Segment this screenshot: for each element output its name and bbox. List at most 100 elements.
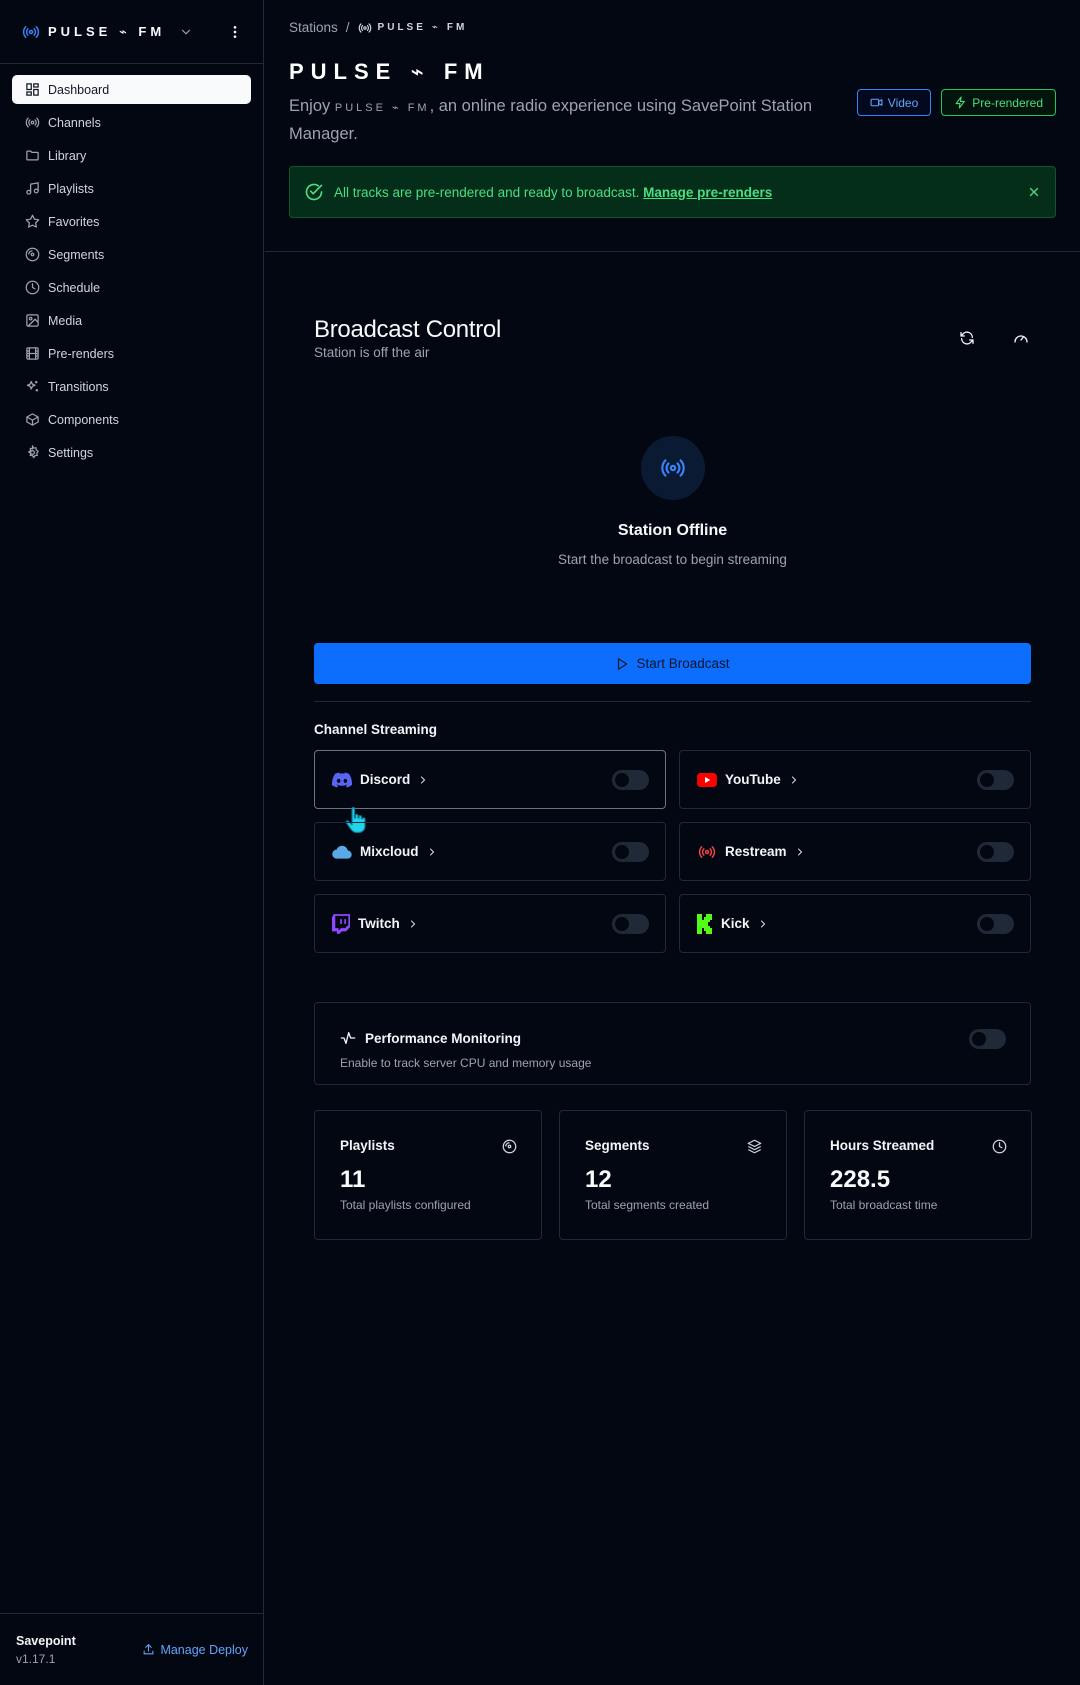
gauge-icon[interactable] — [1013, 330, 1031, 348]
main-content: Stations / PULSE ⌁ FM PULSE ⌁ FM Enjoy PUL… — [265, 0, 1080, 1240]
channel-card-kick[interactable]: Kick — [679, 894, 1031, 953]
sidebar-item-label: Media — [48, 313, 83, 328]
status-title: Station Offline — [617, 522, 728, 539]
sidebar-item-playlists[interactable]: Playlists — [12, 174, 251, 203]
mixcloud-toggle[interactable] — [612, 841, 649, 862]
station-status: Station Offline Start the broadcast to b… — [314, 436, 1031, 567]
stat-label: Segments — [585, 1138, 650, 1153]
broadcast-subtitle: Station is off the air — [314, 345, 430, 360]
channel-card-restream[interactable]: Restream — [679, 822, 1031, 881]
performance-title-row: Performance Monitoring — [340, 1030, 1006, 1046]
sidebar-item-dashboard[interactable]: Dashboard — [12, 75, 251, 104]
sidebar-item-settings[interactable]: Settings — [12, 438, 251, 467]
alert-text: All tracks are pre-rendered and ready to… — [334, 184, 773, 200]
stat-value: 12 — [585, 1166, 612, 1193]
sidebar-item-pre-renders[interactable]: Pre-renders — [12, 339, 251, 368]
performance-toggle[interactable] — [969, 1029, 1006, 1049]
stat-value: 228.5 — [830, 1166, 891, 1193]
manage-deploy-link[interactable]: Manage Deploy — [142, 1643, 248, 1657]
channel-name: Kick — [721, 916, 750, 931]
sidebar-footer: Savepoint v1.17.1 Manage Deploy — [0, 1613, 264, 1685]
youtube-icon — [697, 772, 717, 787]
chevron-down-icon — [179, 25, 193, 39]
status-circle — [640, 436, 705, 500]
channel-grid: Discord YouTube Mixcloud Restream Twitch… — [314, 750, 1031, 953]
youtube-toggle[interactable] — [977, 769, 1014, 790]
twitch-toggle[interactable] — [612, 913, 649, 934]
refresh-icon[interactable] — [959, 330, 977, 348]
sidebar-item-label: Components — [48, 412, 119, 427]
sidebar-item-media[interactable]: Media — [12, 306, 251, 335]
breadcrumb-station[interactable]: PULSE ⌁ FM — [358, 21, 468, 35]
zap-icon — [955, 96, 966, 109]
stat-label: Hours Streamed — [830, 1138, 935, 1153]
channel-card-twitch[interactable]: Twitch — [314, 894, 666, 953]
chevron-right-icon — [407, 918, 419, 930]
sidebar-item-components[interactable]: Components — [12, 405, 251, 434]
disc-icon — [502, 1139, 517, 1154]
close-icon[interactable] — [1027, 185, 1041, 199]
stat-subtitle: Total broadcast time — [830, 1198, 938, 1212]
chevron-right-icon — [788, 774, 800, 786]
channel-name: YouTube — [725, 772, 781, 787]
page-header: Stations / PULSE ⌁ FM PULSE ⌁ FM Enjoy PUL… — [265, 0, 1080, 252]
channel-name: Restream — [725, 844, 787, 859]
status-subtitle: Start the broadcast to begin streaming — [558, 552, 787, 567]
upload-icon — [144, 1643, 154, 1655]
breadcrumb: Stations / PULSE ⌁ FM — [289, 20, 1056, 35]
check-circle-icon — [305, 183, 323, 201]
manage-prerenders-link[interactable]: Manage pre-renders — [643, 185, 772, 200]
prerendered-button[interactable]: Pre-rendered — [941, 89, 1056, 116]
layers-icon — [747, 1139, 762, 1154]
star-icon — [25, 214, 40, 228]
broadcast-icon — [22, 23, 40, 41]
brand-row: PULSE ⌁ FM — [0, 0, 263, 64]
broadcast-section: Broadcast Control Station is off the air… — [265, 316, 1080, 1240]
app-name: Savepoint — [16, 1633, 76, 1648]
stat-card-segments: Segments 12 Total segments created — [559, 1110, 787, 1240]
broadcast-icon — [25, 117, 40, 128]
app-version: v1.17.1 — [16, 1651, 56, 1666]
kick-toggle[interactable] — [977, 913, 1014, 934]
more-vertical-icon[interactable] — [227, 24, 243, 40]
sidebar-item-label: Channels — [48, 115, 101, 130]
channel-card-youtube[interactable]: YouTube — [679, 750, 1031, 809]
breadcrumb-stations[interactable]: Stations — [289, 20, 338, 35]
clock-icon — [25, 280, 40, 295]
kick-icon — [697, 913, 712, 934]
start-broadcast-button[interactable]: Start Broadcast — [314, 643, 1031, 684]
channel-card-mixcloud[interactable]: Mixcloud — [314, 822, 666, 881]
sidebar-item-transitions[interactable]: Transitions — [12, 372, 251, 401]
channel-card-discord[interactable]: Discord — [314, 750, 666, 834]
broadcast-title: Broadcast Control — [314, 316, 501, 343]
sidebar-item-label: Pre-renders — [48, 346, 114, 361]
station-switcher[interactable]: PULSE ⌁ FM — [22, 23, 193, 41]
chevron-right-icon — [757, 918, 769, 930]
manage-deploy-label: Manage Deploy — [160, 1642, 248, 1657]
twitch-icon — [332, 913, 350, 934]
sidebar-item-segments[interactable]: Segments — [12, 240, 251, 269]
sidebar-item-label: Settings — [48, 445, 94, 460]
activity-icon — [340, 1032, 356, 1044]
stat-subtitle: Total playlists configured — [340, 1198, 471, 1212]
chevron-right-icon — [426, 846, 438, 858]
sparkles-icon — [26, 380, 39, 392]
stat-card-hours-streamed: Hours Streamed 228.5 Total broadcast tim… — [804, 1110, 1032, 1240]
stat-subtitle: Total segments created — [585, 1198, 710, 1212]
restream-toggle[interactable] — [977, 841, 1014, 862]
restream-icon — [698, 845, 716, 858]
sidebar-item-channels[interactable]: Channels — [12, 108, 251, 137]
broadcast-actions — [959, 330, 1031, 348]
video-button[interactable]: Video — [856, 89, 932, 116]
brand-logo: PULSE ⌁ FM — [48, 23, 166, 39]
disc-icon — [25, 247, 40, 262]
discord-toggle[interactable] — [612, 769, 649, 790]
sidebar-item-library[interactable]: Library — [12, 141, 251, 170]
sidebar-item-label: Schedule — [48, 280, 101, 295]
sidebar-item-schedule[interactable]: Schedule — [12, 273, 251, 302]
channel-name: Twitch — [358, 916, 400, 931]
stat-card-playlists: Playlists 11 Total playlists configured — [314, 1110, 542, 1240]
sidebar-item-favorites[interactable]: Favorites — [12, 207, 251, 236]
film-icon — [26, 347, 39, 360]
sidebar-item-label: Favorites — [48, 214, 100, 229]
